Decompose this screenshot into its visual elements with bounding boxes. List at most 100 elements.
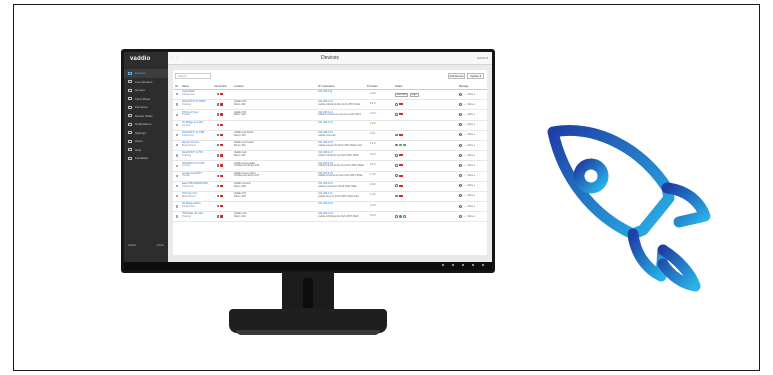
col-ip[interactable]: IP / Hostname [318,85,334,88]
row-checkbox[interactable] [175,93,178,96]
gear-icon[interactable] [459,184,462,188]
link-icon[interactable] [217,184,220,188]
more-menu[interactable]: More ▾ [468,133,475,136]
link-icon[interactable] [217,174,220,177]
monitor-button[interactable] [472,264,474,266]
link-icon[interactable] [217,215,220,218]
info-icon[interactable]: ⋯ [464,93,466,96]
info-icon[interactable]: ⋯ [464,103,466,106]
sidebar-item-groups[interactable]: Groups [124,86,168,95]
device-firmware[interactable]: 3.0.0 [370,112,376,116]
device-ip[interactable]: 192.168.0.22 [318,202,333,206]
info-icon[interactable]: ⋯ [464,133,466,136]
more-menu[interactable]: More ▾ [468,144,475,147]
table-row[interactable]: PTZ Conf Cam Huddle Vaddio HQ Room 102 192.1… [173,110,487,121]
col-manage[interactable]: Manage [459,85,468,88]
row-checkbox[interactable] [175,154,178,157]
more-menu[interactable]: More ▾ [468,215,475,218]
col-connection[interactable]: Connection [214,85,227,88]
col-firmware[interactable]: Firmware [367,85,378,88]
col-status[interactable]: Status [395,85,402,88]
sidebar-item-feedback[interactable]: Feedback [124,154,168,163]
sidebar-footer-right[interactable]: Admin [157,244,164,247]
gear-icon[interactable] [459,143,462,147]
gear-icon[interactable] [459,123,462,127]
row-checkbox[interactable] [175,103,178,106]
gear-icon[interactable] [459,214,462,218]
more-menu[interactable]: More ▾ [468,174,475,177]
sidebar-item-firmware[interactable]: Firmware [124,103,168,112]
info-icon[interactable]: ⋯ [464,123,466,126]
row-checkbox[interactable] [175,215,178,218]
row-checkbox[interactable] [175,205,178,208]
sidebar-item-devices[interactable]: Devices [124,69,168,78]
more-menu[interactable]: More ▾ [468,184,475,187]
row-checkbox[interactable] [175,195,178,198]
power-button[interactable] [482,264,484,266]
sidebar-item-device-tasks[interactable]: Device Tasks [124,112,168,121]
info-icon[interactable]: ⋯ [464,154,466,157]
info-icon[interactable]: ⋯ [464,113,466,116]
table-row[interactable]: RoboSHOT 20 UHD Lecture Vaddio Annex East C… [173,161,487,172]
info-icon[interactable]: ⋯ [464,174,466,177]
more-menu[interactable]: More ▾ [468,194,475,197]
info-icon[interactable]: ⋯ [464,194,466,197]
link-icon[interactable] [217,103,220,106]
sidebar-item-help[interactable]: Help [124,146,168,155]
gear-icon[interactable] [459,153,462,157]
more-menu[interactable]: More ▾ [468,113,475,116]
gear-icon[interactable] [459,163,462,167]
info-icon[interactable]: ⋯ [464,164,466,167]
more-menu[interactable]: More ▾ [468,154,475,157]
more-menu[interactable]: More ▾ [468,123,475,126]
more-menu[interactable]: More ▾ [468,164,475,167]
info-icon[interactable]: ⋯ [464,215,466,218]
table-row[interactable]: ConferenceSHOT Huddle Vaddio Annex West Con… [173,172,487,182]
update-button[interactable]: Update ▾ [467,73,484,79]
table-row[interactable]: RoboSHOT 12 USB Classroom Vaddio Lab North… [173,131,487,141]
link-icon[interactable] [217,93,220,96]
monitor-button[interactable] [442,264,444,266]
link-icon[interactable] [217,205,220,208]
row-checkbox[interactable] [175,133,178,137]
search-input[interactable]: Search [175,73,211,79]
table-row[interactable]: PTZ Cam Pro Board Room Vaddio HQ Room 109 19… [173,192,487,203]
sidebar-item-settings[interactable]: Settings [124,129,168,138]
info-icon[interactable]: ⋯ [464,205,466,208]
link-icon[interactable] [217,164,220,167]
link-icon[interactable] [217,194,220,198]
more-menu[interactable]: More ▾ [468,205,475,208]
user-menu[interactable]: Admin ▾ [477,56,488,60]
gear-icon[interactable] [459,133,462,137]
link-icon[interactable] [217,133,220,137]
table-row[interactable]: RoboSHOT 12 HD Training Vaddio Lab Room 105… [173,151,487,162]
more-menu[interactable]: More ▾ [468,103,475,106]
gear-icon[interactable] [459,174,462,178]
link-icon[interactable] [217,143,220,147]
row-checkbox[interactable] [175,164,178,167]
monitor-button[interactable] [462,264,464,266]
link-icon[interactable] [217,123,220,126]
device-ip[interactable]: 192.168.0.11 [318,90,332,94]
info-icon[interactable]: ⋯ [464,144,466,147]
info-icon[interactable]: ⋯ [464,184,466,187]
gear-icon[interactable] [459,92,462,96]
row-checkbox[interactable] [175,144,178,147]
sidebar-item-users[interactable]: Users [124,137,168,146]
add-device-button[interactable]: Add Device [448,73,465,79]
more-menu[interactable]: More ▾ [468,93,475,96]
table-row[interactable]: AV Bridge 2x1 Mini Lecture 192.168.0.14 1.2… [173,121,487,131]
sidebar-item-notifications[interactable]: Notifications [124,120,168,129]
col-location[interactable]: Location [234,85,244,88]
gear-icon[interactable] [459,204,462,208]
table-row[interactable]: EasyUSB MixMASTER Classroom Vaddio Central… [173,182,487,192]
table-row[interactable]: EasyIP 20 Cam Board Room Vaddio Lab South R… [173,141,487,152]
row-checkbox[interactable] [175,113,178,116]
monitor-button[interactable] [452,264,454,266]
gear-icon[interactable] [459,112,462,116]
row-checkbox[interactable] [175,184,178,188]
gear-icon[interactable] [459,102,462,106]
sidebar-footer-left[interactable]: Vaddio [128,244,136,247]
row-checkbox[interactable] [175,174,178,177]
gear-icon[interactable] [459,194,462,198]
